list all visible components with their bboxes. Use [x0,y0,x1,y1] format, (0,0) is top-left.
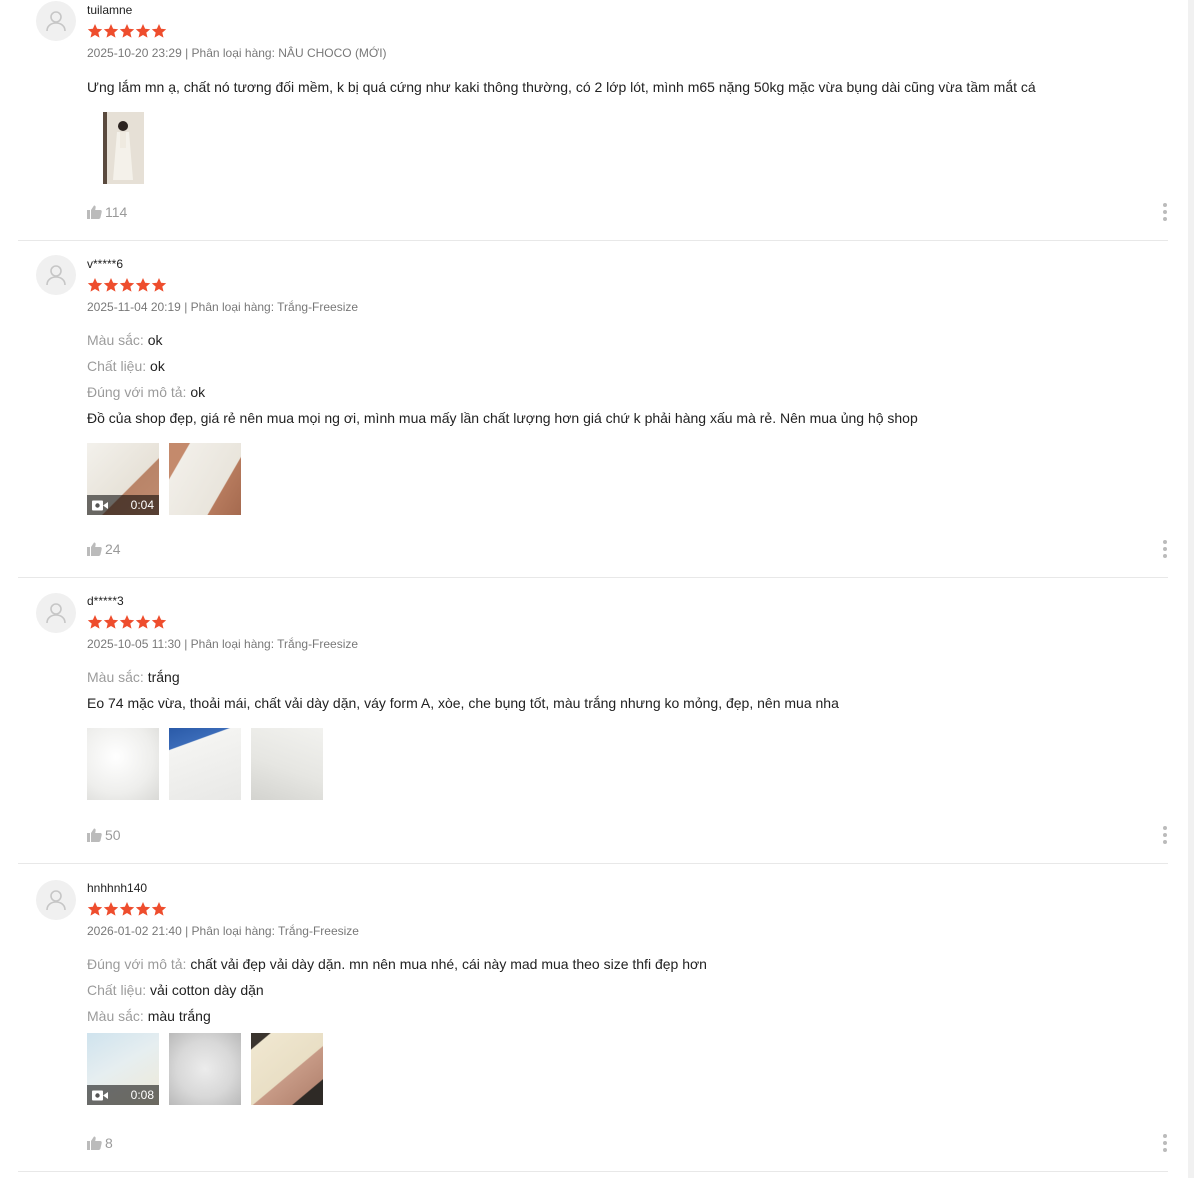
review-video-thumb[interactable]: 0:08 [87,1033,159,1105]
review-text: Eo 74 mặc vừa, thoải mái, chất vải dày d… [87,695,839,711]
like-button[interactable]: 8 [87,1135,113,1151]
star-icon [119,902,135,916]
rating-stars [87,23,1168,39]
like-count: 114 [105,204,128,220]
more-options-button[interactable] [1162,1134,1168,1152]
video-duration-bar: 0:04 [87,495,159,515]
thumbs-up-icon [87,542,102,556]
review-text: Đồ của shop đẹp, giá rẻ nên mua mọi ng ơ… [87,410,918,426]
avatar[interactable] [36,880,76,920]
avatar[interactable] [36,1,76,41]
rating-stars [87,901,1168,917]
star-icon [151,278,167,292]
review-username: d*****3 [87,594,124,608]
star-icon [87,615,103,629]
video-camera-icon [92,500,108,510]
review-video-thumb[interactable]: 0:04 [87,443,159,515]
like-button[interactable]: 24 [87,541,121,557]
review-image-thumb[interactable] [87,112,159,184]
star-icon [87,902,103,916]
video-duration: 0:08 [130,1088,154,1102]
review-image-thumb[interactable] [169,443,241,515]
star-icon [119,278,135,292]
like-count: 24 [105,541,121,557]
review-username: hnhhnh140 [87,881,148,895]
video-camera-icon [92,1090,108,1100]
rating-stars [87,277,1168,293]
like-count: 50 [105,827,121,843]
review-meta: 2026-01-02 21:40 | Phân loại hàng: Trắng… [87,924,359,938]
review-username: v*****6 [87,257,124,271]
review-media: 0:08 [87,1033,1168,1105]
attribute-row: Đúng với mô tả: chất vải đẹp vải dày dặn… [87,956,707,972]
user-placeholder-icon [46,265,66,286]
attribute-row: Chất liệu: vải cotton dày dặn [87,982,264,998]
review-item: d*****3 2025-10-05 11:30 | Phân loại hàn… [18,578,1168,864]
avatar[interactable] [36,593,76,633]
star-icon [151,615,167,629]
star-icon [103,902,119,916]
star-icon [135,902,151,916]
review-image-thumb[interactable] [87,728,159,800]
review-meta: 2025-10-20 23:29 | Phân loại hàng: NÂU C… [87,46,387,60]
star-icon [103,278,119,292]
photo-thumbnail [103,112,144,184]
review-image-thumb[interactable] [251,728,323,800]
review-media [87,728,1168,800]
more-options-button[interactable] [1162,826,1168,844]
star-icon [87,278,103,292]
review-meta: 2025-11-04 20:19 | Phân loại hàng: Trắng… [87,300,359,314]
user-placeholder-icon [46,11,66,32]
review-item: tuilamne 2025-10-20 23:29 | Phân loại hà… [18,0,1168,241]
review-media: 0:04 [87,443,1168,515]
star-icon [135,278,151,292]
user-placeholder-icon [46,890,66,911]
review-media [87,112,1168,184]
attribute-row: Màu sắc: ok [87,332,163,348]
thumbs-up-icon [87,828,102,842]
star-icon [151,902,167,916]
more-options-button[interactable] [1162,540,1168,558]
review-image-thumb[interactable] [169,1033,241,1105]
user-placeholder-icon [46,603,66,624]
review-item: hnhhnh140 2026-01-02 21:40 | Phân loại h… [18,864,1168,1172]
like-count: 8 [105,1135,113,1151]
review-attributes: Đúng với mô tả: chất vải đẹp vải dày dặn… [87,955,1168,1025]
rating-stars [87,614,1168,630]
review-meta: 2025-10-05 11:30 | Phân loại hàng: Trắng… [87,637,359,651]
star-icon [87,24,103,38]
video-duration-bar: 0:08 [87,1085,159,1105]
attribute-row: Đúng với mô tả: ok [87,384,206,400]
thumbs-up-icon [87,1136,102,1150]
star-icon [151,24,167,38]
review-image-thumb[interactable] [251,1033,323,1105]
star-icon [119,24,135,38]
star-icon [135,24,151,38]
star-icon [103,615,119,629]
more-options-button[interactable] [1162,203,1168,221]
review-image-thumb[interactable] [169,728,241,800]
video-duration: 0:04 [130,498,154,512]
attribute-row: Màu sắc: màu trắng [87,1008,211,1024]
review-attributes: Màu sắc: trắng [87,668,1168,686]
attribute-row: Màu sắc: trắng [87,669,180,685]
like-button[interactable]: 50 [87,827,121,843]
star-icon [135,615,151,629]
review-attributes: Màu sắc: ok Chất liệu: ok Đúng với mô tả… [87,331,1168,401]
review-username: tuilamne [87,3,133,17]
review-item: v*****6 2025-11-04 20:19 | Phân loại hàn… [18,241,1168,578]
page-scrollbar[interactable] [1188,0,1194,1178]
review-text: Ưng lắm mn ạ, chất nó tương đối mềm, k b… [87,79,1036,95]
attribute-row: Chất liệu: ok [87,358,165,374]
thumbs-up-icon [87,205,102,219]
star-icon [103,24,119,38]
avatar[interactable] [36,255,76,295]
star-icon [119,615,135,629]
like-button[interactable]: 114 [87,204,127,220]
